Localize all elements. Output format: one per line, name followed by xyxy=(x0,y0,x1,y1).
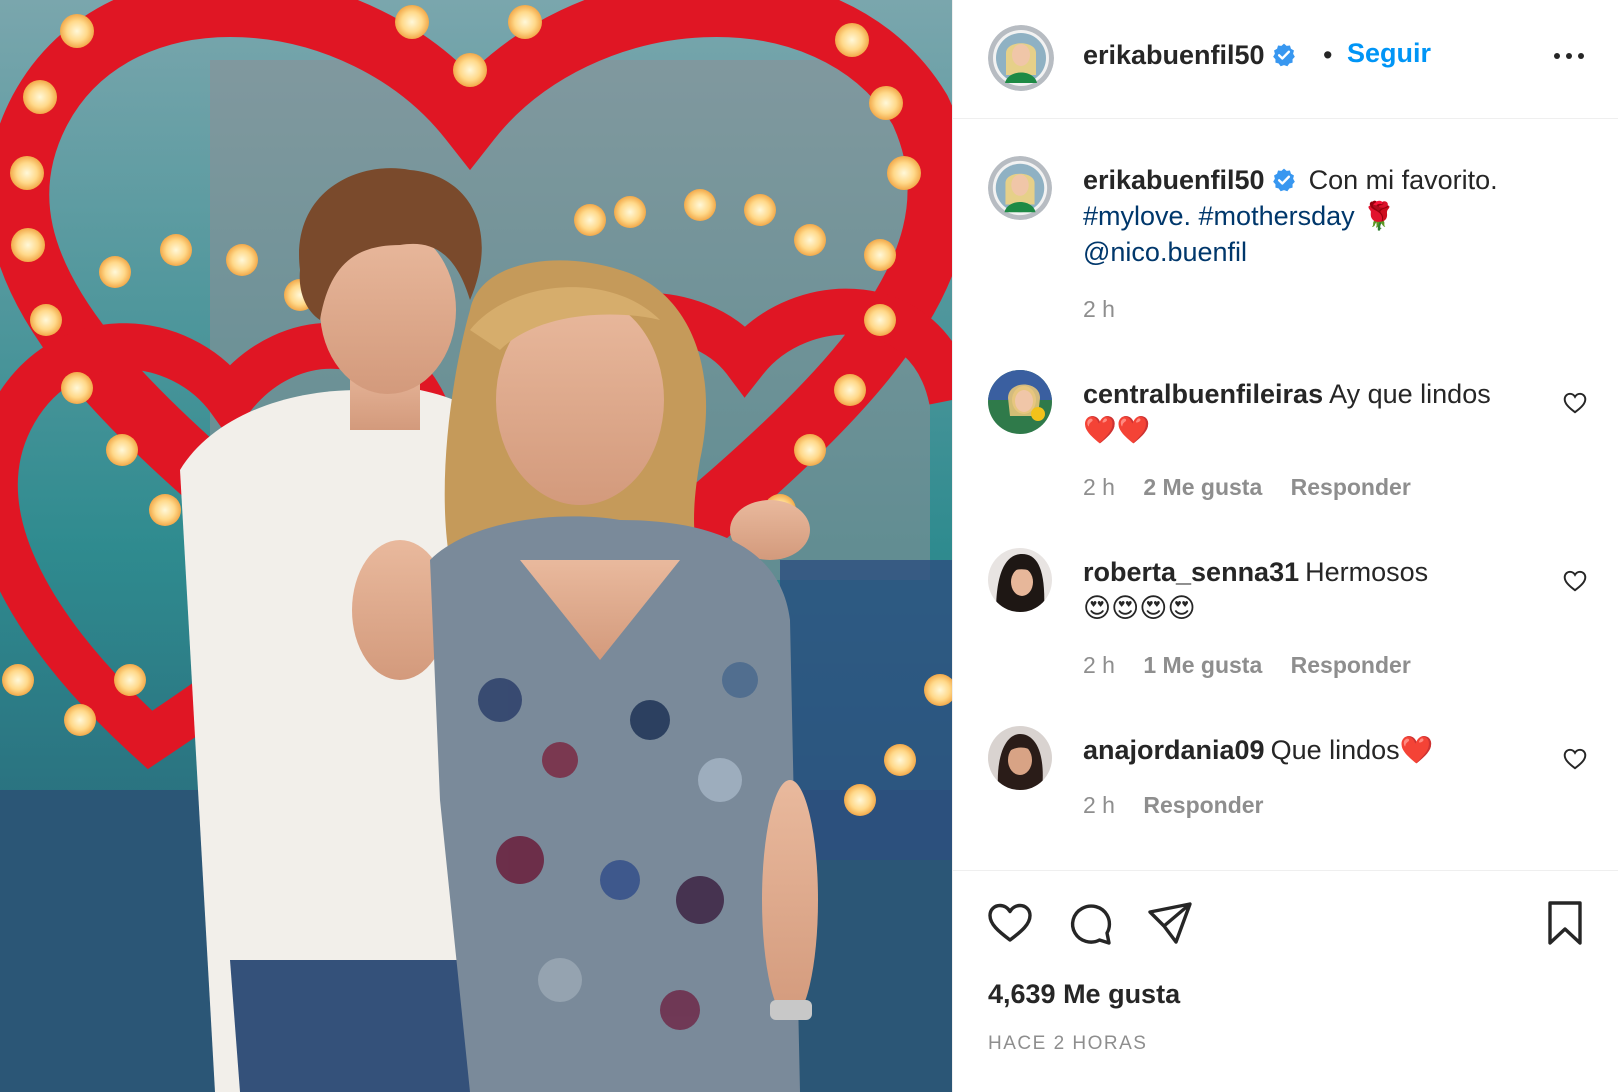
caption-mention[interactable]: @nico.buenfil xyxy=(1083,237,1247,267)
caption-body: erikabuenfil50 Con mi favorito. #mylove. … xyxy=(1083,162,1533,270)
comment-item: roberta_senna31 Hermosos 😍😍😍😍 2 h 1 Me gu… xyxy=(988,548,1588,688)
follow-button[interactable]: Seguir xyxy=(1347,38,1431,69)
comment-item: centralbuenfileiras Ay que lindos ❤️❤️ 2 … xyxy=(988,370,1588,510)
bookmark-icon[interactable] xyxy=(1541,899,1589,947)
comment-text: Ay que lindos xyxy=(1329,379,1491,409)
caption-text: Con mi favorito. xyxy=(1308,165,1498,195)
comment-timestamp[interactable]: 2 h xyxy=(1083,474,1115,500)
comments-list[interactable]: erikabuenfil50 Con mi favorito. #mylove. … xyxy=(953,120,1618,870)
comment-body: anajordania09 Que lindos❤️ xyxy=(1083,732,1533,768)
post-sidebar: erikabuenfil50 • Seguir erikabuenfil50 C… xyxy=(952,0,1618,1092)
verified-badge-icon xyxy=(1272,168,1295,192)
caption-username-text: erikabuenfil50 xyxy=(1083,165,1265,195)
comment-likes[interactable]: 2 Me gusta xyxy=(1143,474,1262,500)
post-header: erikabuenfil50 • Seguir xyxy=(953,0,1618,119)
comment-emoji: ❤️ xyxy=(1399,735,1434,765)
comment-emoji: 😍😍😍😍 xyxy=(1083,593,1196,623)
comment-like-icon[interactable] xyxy=(1562,390,1588,416)
comment-timestamp[interactable]: 2 h xyxy=(1083,652,1115,678)
heart-icon[interactable] xyxy=(986,899,1034,947)
comment-emoji: ❤️❤️ xyxy=(1083,415,1151,445)
reply-button[interactable]: Responder xyxy=(1291,652,1411,678)
verified-badge-icon xyxy=(1272,43,1295,67)
comment-text: Que lindos xyxy=(1270,735,1400,765)
comment-text: Hermosos xyxy=(1305,557,1429,587)
comment-meta: 2 h 1 Me gusta Responder xyxy=(1083,652,1433,679)
comment-meta: 2 h 2 Me gusta Responder xyxy=(1083,474,1433,501)
more-options-icon[interactable] xyxy=(1549,44,1589,68)
caption-meta: 2 h xyxy=(1083,296,1137,323)
header-separator: • xyxy=(1323,40,1333,70)
author-avatar[interactable] xyxy=(988,25,1054,91)
author-username[interactable]: erikabuenfil50 xyxy=(1083,40,1297,71)
caption-author-avatar[interactable] xyxy=(988,156,1052,220)
reply-button[interactable]: Responder xyxy=(1143,792,1263,818)
commenter-avatar[interactable] xyxy=(988,726,1052,790)
comment-body: centralbuenfileiras Ay que lindos ❤️❤️ xyxy=(1083,376,1533,448)
comment-icon[interactable] xyxy=(1066,899,1114,947)
commenter-avatar[interactable] xyxy=(988,370,1052,434)
caption-emoji: 🌹 xyxy=(1362,201,1396,231)
comment-username[interactable]: roberta_senna31 xyxy=(1083,557,1299,587)
caption-timestamp[interactable]: 2 h xyxy=(1083,296,1115,322)
comment-meta: 2 h Responder xyxy=(1083,792,1286,819)
post-timestamp[interactable]: HACE 2 HORAS xyxy=(988,1033,1147,1055)
comment-like-icon[interactable] xyxy=(1562,568,1588,594)
commenter-avatar[interactable] xyxy=(988,548,1052,612)
post-photo[interactable] xyxy=(0,0,952,1092)
post-image xyxy=(0,0,952,1092)
post-actions: 4,639 Me gusta HACE 2 HORAS xyxy=(953,870,1618,1092)
comment-timestamp[interactable]: 2 h xyxy=(1083,792,1115,818)
comment-username[interactable]: centralbuenfileiras xyxy=(1083,379,1323,409)
comment-item: anajordania09 Que lindos❤️ 2 h Responder xyxy=(988,726,1588,836)
author-username-text: erikabuenfil50 xyxy=(1083,40,1265,70)
caption-username[interactable]: erikabuenfil50 xyxy=(1083,165,1303,195)
comment-likes[interactable]: 1 Me gusta xyxy=(1143,652,1262,678)
reply-button[interactable]: Responder xyxy=(1291,474,1411,500)
comment-username[interactable]: anajordania09 xyxy=(1083,735,1265,765)
post-caption: erikabuenfil50 Con mi favorito. #mylove. … xyxy=(988,156,1588,336)
share-icon[interactable] xyxy=(1146,899,1194,947)
like-count[interactable]: 4,639 Me gusta xyxy=(988,979,1180,1010)
comment-body: roberta_senna31 Hermosos 😍😍😍😍 xyxy=(1083,554,1533,626)
comment-like-icon[interactable] xyxy=(1562,746,1588,772)
caption-hashtags[interactable]: #mylove. #mothersday xyxy=(1083,201,1355,231)
